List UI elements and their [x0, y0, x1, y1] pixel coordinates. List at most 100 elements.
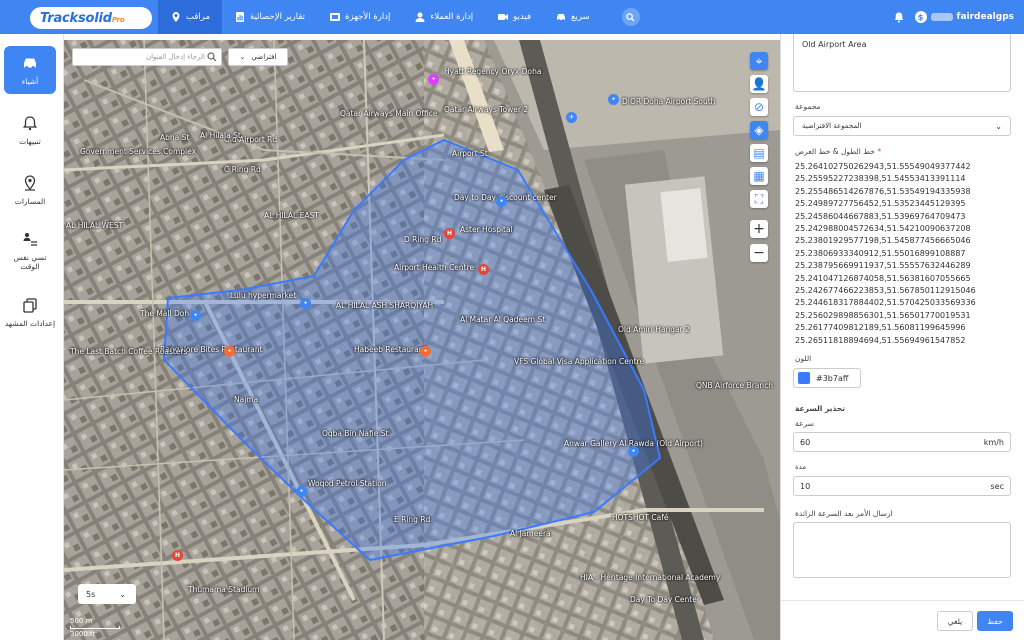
- scale-feet: 3000 ft: [70, 630, 96, 638]
- color-value: #3b7aff: [816, 373, 849, 383]
- map-layer-select[interactable]: ⌄ افتراضي: [228, 48, 288, 66]
- sidebar-item-label: تسي نفس الوقت: [13, 252, 47, 271]
- user-area: $ fairdealgps: [893, 0, 1014, 34]
- speed-value: 60: [800, 437, 811, 447]
- coords-label-text: خط الطول & خط العرض: [795, 147, 875, 156]
- nav-label: فيديو: [513, 12, 532, 22]
- shopping-icon[interactable]: •: [628, 446, 639, 457]
- nav-reports[interactable]: تقارير الإحصائية: [222, 0, 317, 34]
- map-label: Al Matar Al Qadeem St: [460, 315, 546, 324]
- zoom-in-icon[interactable]: +: [750, 220, 768, 238]
- zoom-out-icon[interactable]: −: [750, 244, 768, 262]
- bell-icon[interactable]: [893, 11, 905, 23]
- map-label: HIA - Heritage International Academy: [580, 573, 721, 582]
- required-marker: *: [877, 147, 882, 156]
- shopping-icon[interactable]: •: [608, 94, 619, 105]
- interval-value: 5s: [86, 589, 96, 599]
- search-button[interactable]: [621, 8, 640, 26]
- nav-devices[interactable]: إدارة الأجهزة: [317, 0, 402, 34]
- hospital-icon[interactable]: H: [444, 228, 455, 239]
- map-label: VFS Global Visa Application Centre: [514, 357, 645, 366]
- video-icon: [498, 14, 509, 20]
- shopping-icon[interactable]: •: [496, 196, 507, 207]
- cancel-button[interactable]: يلغي: [937, 611, 973, 631]
- traffic-icon[interactable]: ⊘: [750, 98, 768, 116]
- briefcase-icon[interactable]: ▤: [750, 144, 768, 162]
- nav-customers[interactable]: إدارة العملاء: [402, 0, 485, 34]
- map-label: AL HILAL WEST: [66, 221, 124, 230]
- geofence-edit-panel: Old Airport Area مجموعة المجموعة الافترا…: [780, 34, 1024, 640]
- scale-meters: 500 m: [70, 617, 93, 625]
- hospital-icon[interactable]: H: [478, 264, 489, 275]
- command-label: ارسال الأمر بعد السرعة الزائدة: [795, 509, 893, 518]
- map-label: Al Hilala St: [200, 131, 241, 140]
- duration-label: مدة: [795, 463, 807, 471]
- fuel-icon[interactable]: •: [296, 486, 307, 497]
- restaurant-icon[interactable]: •: [420, 346, 431, 357]
- shopping-icon[interactable]: •: [190, 310, 201, 321]
- nav-label: سريع: [571, 12, 590, 22]
- area-name-field[interactable]: Old Airport Area: [793, 34, 1011, 92]
- chevron-down-icon: ⌄: [239, 53, 246, 61]
- map-label: Aster Hospital: [460, 225, 513, 234]
- nav-quick[interactable]: سريع: [543, 0, 602, 34]
- nav-video[interactable]: فيديو: [485, 0, 543, 34]
- save-button[interactable]: حفظ: [977, 611, 1013, 631]
- sidebar-item-alerts[interactable]: تنبيهات: [4, 106, 56, 154]
- sidebar-item-objects[interactable]: أشياء: [4, 46, 56, 94]
- duration-input[interactable]: 10 sec: [793, 476, 1011, 496]
- logo-suffix: Pro: [111, 15, 125, 24]
- speed-input[interactable]: 60 km/h: [793, 432, 1011, 452]
- scale-line: [70, 626, 120, 629]
- coord-row: 25.241047126874058,51.56381607055665: [795, 273, 971, 283]
- color-picker[interactable]: #3b7aff: [793, 368, 861, 388]
- map-label: C Ring Rd: [224, 165, 261, 174]
- sidebar-item-sync[interactable]: تسي نفس الوقت: [4, 226, 56, 274]
- coord-row: 25.264102750262943,51.55549049377442: [795, 162, 971, 171]
- hospital-icon[interactable]: H: [172, 550, 183, 561]
- airport-icon[interactable]: ✈: [566, 112, 577, 123]
- refresh-interval-select[interactable]: 5s ⌄: [78, 584, 136, 604]
- sidebar-item-scene-settings[interactable]: إعدادات المشهد: [4, 288, 56, 336]
- group-value: المجموعة الافتراضية: [802, 122, 862, 130]
- map-label: Government Services Complex: [80, 147, 197, 156]
- sidebar-item-routes[interactable]: المسارات: [4, 166, 56, 214]
- map-label: Hyatt Regency Oryx Doha: [444, 67, 542, 76]
- map-label: Day To Day Center: [630, 595, 700, 604]
- tracksolid-logo[interactable]: TracksolidPro: [30, 7, 152, 29]
- search-icon[interactable]: [207, 52, 217, 62]
- area-name-value: Old Airport Area: [802, 40, 867, 49]
- map-label: Qatar Airways Main Office: [340, 109, 438, 118]
- nav-monitor[interactable]: مراقب: [158, 0, 223, 34]
- car-icon: [557, 14, 566, 21]
- map-label: Habeeb Restaurant: [354, 345, 427, 354]
- duration-value: 10: [800, 481, 811, 491]
- color-swatch: [798, 372, 810, 384]
- map-layer-value: افتراضي: [251, 53, 277, 61]
- hotel-icon[interactable]: •: [428, 74, 439, 85]
- shopping-icon[interactable]: •: [300, 298, 311, 309]
- geofence-tool-icon[interactable]: ◈: [750, 121, 768, 139]
- user-menu[interactable]: $ fairdealgps: [914, 11, 1014, 23]
- restaurant-icon[interactable]: •: [224, 346, 235, 357]
- nav-label: تقارير الإحصائية: [250, 12, 306, 22]
- street-view-icon[interactable]: 👤: [750, 75, 768, 93]
- locate-icon[interactable]: ⌖: [750, 52, 768, 70]
- group-select[interactable]: المجموعة الافتراضية ⌄: [793, 116, 1011, 136]
- address-search-input[interactable]: الرجاء إدخال العنوان: [72, 48, 222, 66]
- satellite-map[interactable]: AL HILAL EAST AL HILAL ASH SHARQIYAH AL …: [64, 40, 780, 640]
- fullscreen-icon[interactable]: ⛶: [750, 190, 768, 208]
- sidebar-item-label: إعدادات المشهد: [4, 319, 56, 328]
- map-scale: 500 m 3000 ft: [70, 616, 120, 639]
- nav-label: مراقب: [186, 12, 211, 22]
- device-icon: [330, 13, 341, 21]
- coords-list[interactable]: 25.264102750262943,51.55549049377442 25.…: [795, 161, 1015, 347]
- map-book-icon[interactable]: ▦: [750, 167, 768, 185]
- map-label: DIOR Doha Airport South: [622, 97, 716, 106]
- route-pin-icon: [24, 175, 36, 191]
- map-label: Thumama Stadium: [188, 585, 260, 594]
- search-placeholder: الرجاء إدخال العنوان: [145, 53, 205, 61]
- nav-label: إدارة العملاء: [430, 12, 474, 22]
- command-textarea[interactable]: [793, 522, 1011, 578]
- sidebar-item-label: أشياء: [21, 77, 39, 86]
